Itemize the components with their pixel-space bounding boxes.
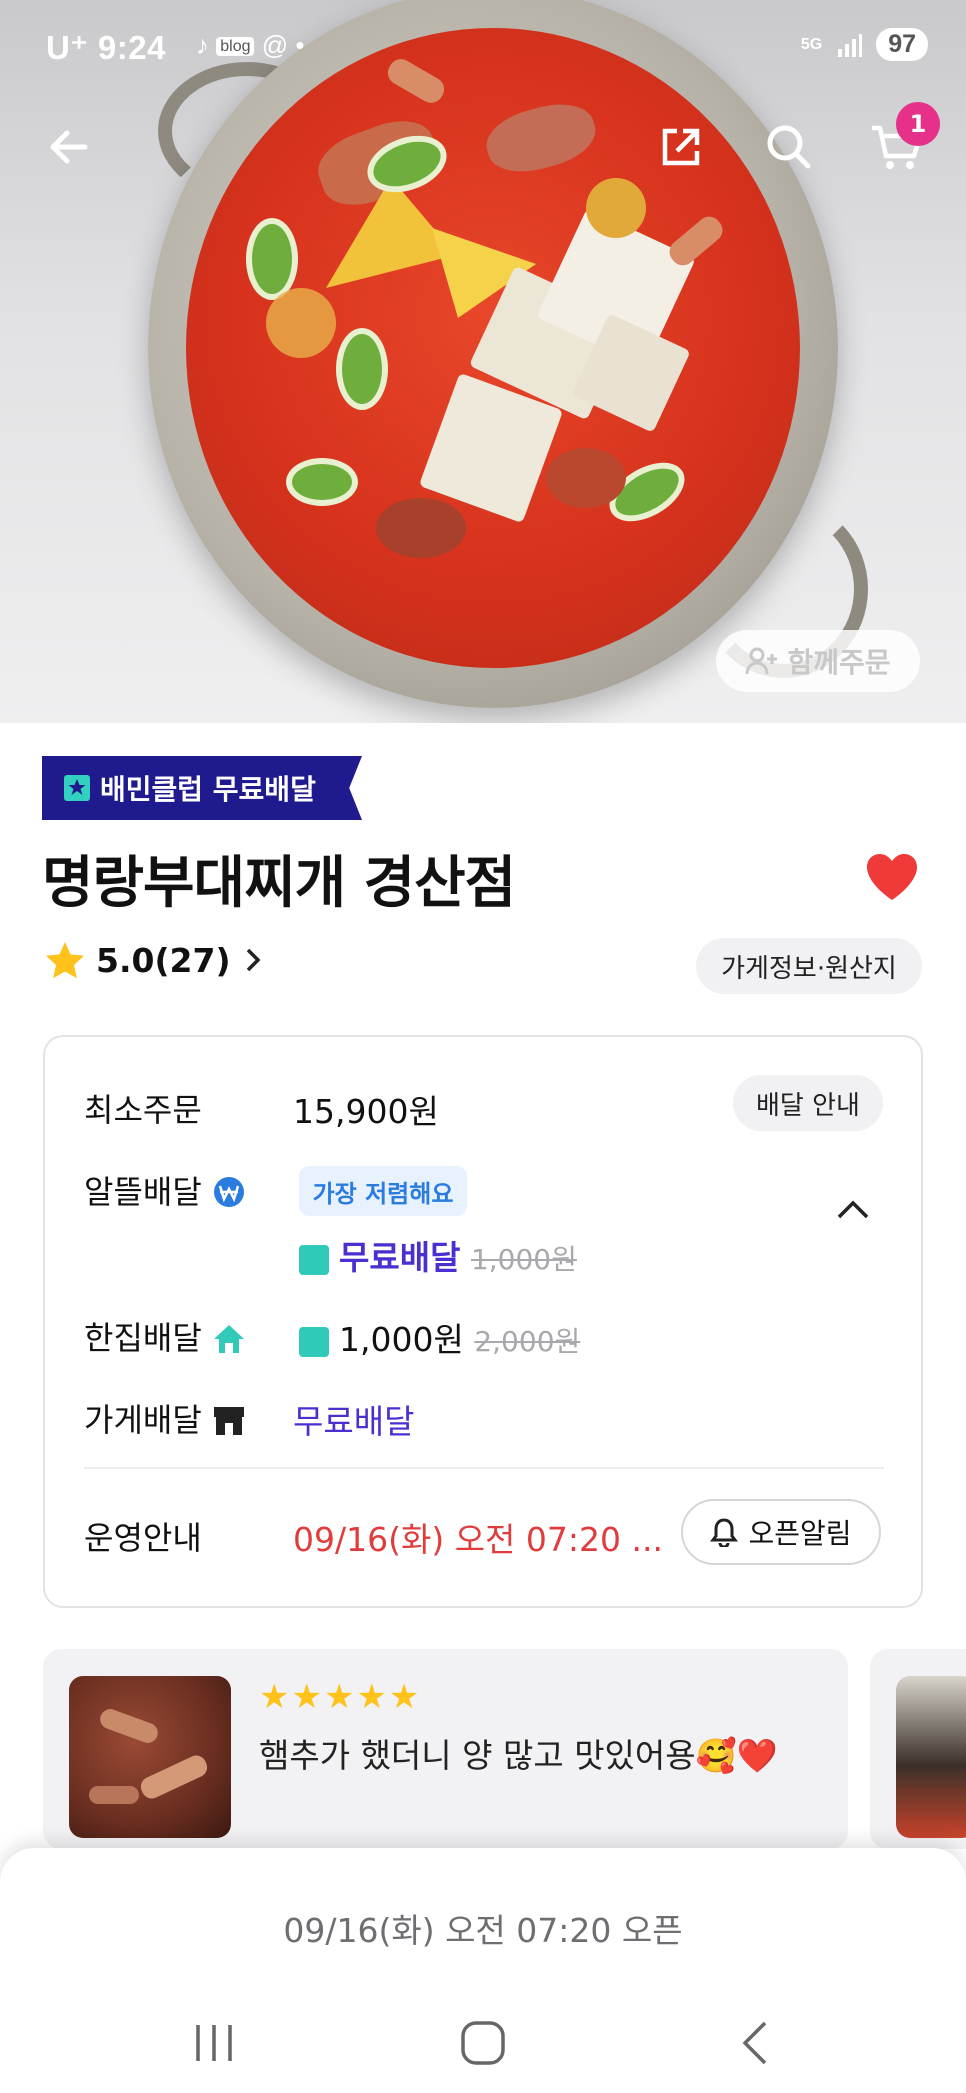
search-icon (767, 125, 811, 169)
tiktok-icon: ♪ (196, 30, 209, 60)
bell-icon (710, 1518, 739, 1547)
won-coin-icon (213, 1177, 244, 1207)
bottom-open-notice: 09/16(화) 오전 07:20 오픈 (0, 1848, 966, 2093)
search-button[interactable] (754, 112, 824, 182)
share-icon (662, 128, 700, 166)
review-photo (69, 1676, 231, 1838)
storefront-icon (213, 1407, 244, 1435)
saver-delivery-price: 무료배달 (339, 1238, 461, 1277)
carrier-label: U⁺ (46, 29, 89, 66)
single-delivery-text: 한집배달 (84, 1319, 202, 1357)
cheapest-tag: 가장 저렴해요 (299, 1166, 467, 1216)
delivery-info-card: 최소주문 15,900원 배달 안내 알뜰배달 가장 저렴해요 무료배달 1,0… (43, 1035, 923, 1608)
house-icon (213, 1325, 244, 1353)
single-delivery-price-row: 1,000원 2,000원 (299, 1313, 580, 1361)
chevron-left-icon (742, 2021, 767, 2065)
chevron-right-icon (246, 948, 261, 972)
together-order-button[interactable]: 함께주문 (716, 630, 920, 692)
store-delivery-label: 가게배달 (84, 1395, 246, 1441)
hours-label: 운영안내 (84, 1519, 202, 1557)
store-delivery-text: 가게배달 (84, 1401, 202, 1439)
network-label: 5G (800, 35, 823, 53)
status-right: 5G 97 (801, 28, 928, 61)
saver-delivery-price-row: 무료배달 1,000원 (299, 1231, 577, 1279)
review-card-next[interactable] (870, 1649, 966, 1849)
signal-icon (838, 33, 863, 57)
battery-indicator: 97 (876, 28, 928, 61)
review-text: 햄추가 했더니 양 많고 맛있어용🥰❤️ (259, 1736, 778, 1775)
club-teal-icon (299, 1326, 329, 1357)
single-delivery-old-price: 2,000원 (474, 1325, 581, 1358)
recent-apps-button[interactable] (174, 2008, 254, 2078)
review-card[interactable]: ★★★★★ 햄추가 했더니 양 많고 맛있어용🥰❤️ (43, 1649, 848, 1849)
open-alarm-button[interactable]: 오픈알림 (681, 1499, 881, 1565)
recent-apps-icon (196, 2025, 232, 2061)
home-icon (461, 2021, 505, 2065)
notification-icons: ♪ blog @ • (196, 30, 304, 61)
store-delivery-price: 무료배달 (293, 1402, 415, 1441)
arrow-left-icon (50, 130, 88, 164)
status-bar: U⁺ 9:24 ♪ blog @ • 5G 97 (0, 26, 966, 66)
club-teal-icon (299, 1244, 329, 1275)
store-name: 명랑부대찌개 경산점 (42, 851, 516, 916)
status-time: U⁺ 9:24 (46, 28, 166, 67)
club-free-delivery-badge: 배민클럽 무료배달 (42, 756, 362, 820)
back-nav-button[interactable] (714, 2008, 794, 2078)
share-button[interactable] (646, 112, 716, 182)
hours-value: 09/16(화) 오전 07:20 ... (293, 1520, 663, 1559)
rating-link[interactable]: 5.0(27) (44, 940, 265, 980)
star-icon (46, 942, 84, 979)
rating-value: 5.0(27) (96, 940, 231, 980)
min-order-value: 15,900원 (293, 1092, 439, 1131)
store-hero-image: U⁺ 9:24 ♪ blog @ • 5G 97 1 함께주문 (0, 0, 966, 723)
review-photo-next (896, 1676, 966, 1838)
store-info-button[interactable]: 가게정보·원산지 (696, 938, 922, 994)
blog-icon: blog (216, 37, 255, 57)
saver-delivery-label: 알뜰배달 (84, 1167, 246, 1213)
club-badge-label: 배민클럽 무료배달 (100, 773, 316, 806)
open-notice-text: 09/16(화) 오전 07:20 오픈 (283, 1911, 683, 1950)
club-star-icon (64, 775, 90, 801)
cart-count-badge: 1 (896, 102, 940, 146)
heart-icon (867, 854, 917, 900)
collapse-button[interactable] (835, 1197, 871, 1225)
single-delivery-label: 한집배달 (84, 1313, 246, 1359)
threads-icon: @ (261, 30, 289, 60)
together-order-label: 함께주문 (787, 646, 891, 679)
saver-delivery-old-price: 1,000원 (470, 1243, 577, 1276)
open-alarm-label: 오픈알림 (748, 1517, 852, 1550)
system-nav-bar (0, 2008, 966, 2078)
saver-delivery-text: 알뜰배달 (84, 1173, 202, 1211)
chevron-up-icon (837, 1200, 869, 1219)
delivery-guide-button[interactable]: 배달 안내 (733, 1075, 883, 1131)
dot-icon: • (295, 30, 305, 60)
back-button[interactable] (34, 112, 104, 182)
review-stars: ★★★★★ (259, 1677, 422, 1717)
min-order-label: 최소주문 (84, 1091, 202, 1129)
card-divider (84, 1467, 884, 1469)
add-person-icon (745, 647, 778, 675)
single-delivery-price: 1,000원 (339, 1320, 464, 1359)
home-button[interactable] (443, 2008, 523, 2078)
clock: 9:24 (97, 29, 166, 66)
favorite-button[interactable] (864, 852, 920, 906)
